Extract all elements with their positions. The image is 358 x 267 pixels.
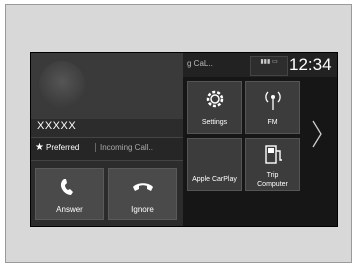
- figure-frame: XXXXX ★ Preferred Incoming Call.. Answer…: [5, 4, 352, 263]
- radio-icon: [265, 91, 281, 110]
- incoming-call-panel: XXXXX ★ Preferred Incoming Call.. Answer…: [31, 53, 183, 226]
- star-icon: ★: [35, 142, 44, 153]
- caller-name: XXXXX: [37, 120, 77, 132]
- signal-battery-icon: ▮▮▮ ▭: [250, 56, 288, 76]
- tile-apple-carplay[interactable]: Apple CarPlay: [187, 138, 242, 191]
- answer-label: Answer: [56, 205, 83, 214]
- call-status: Incoming Call..: [95, 143, 153, 152]
- phone-hangup-icon: [133, 183, 153, 191]
- chevron-right-icon[interactable]: [310, 119, 324, 149]
- gear-icon: [206, 90, 224, 108]
- caller-info-row: ★ Preferred Incoming Call..: [31, 137, 183, 161]
- preferred-label: Preferred: [46, 143, 80, 152]
- tile-label: Settings: [201, 119, 228, 126]
- phone-answer-icon: [60, 179, 73, 195]
- avatar: [39, 61, 85, 107]
- tile-settings[interactable]: Settings: [187, 81, 242, 134]
- caller-photo-area: [31, 53, 183, 119]
- home-screen-panel: g CaL.. ▮▮▮ ▭ 12:34 Settings FM Apple Ca…: [183, 53, 337, 226]
- tile-fm[interactable]: FM: [245, 81, 300, 134]
- ignore-label: Ignore: [131, 205, 154, 214]
- tile-label: FM: [267, 119, 278, 126]
- clock: 12:34: [289, 55, 332, 74]
- ignore-button[interactable]: Ignore: [108, 168, 177, 220]
- fuel-icon: [265, 145, 282, 164]
- infotainment-screen: XXXXX ★ Preferred Incoming Call.. Answer…: [30, 52, 338, 227]
- status-header: g CaL.. ▮▮▮ ▭ 12:34: [183, 53, 337, 77]
- tile-label: Apple CarPlay: [192, 176, 237, 183]
- tile-trip-computer[interactable]: Trip Computer: [245, 138, 300, 191]
- answer-button[interactable]: Answer: [35, 168, 104, 220]
- header-call-text: g CaL..: [187, 59, 213, 68]
- tile-label: Trip Computer: [257, 172, 288, 188]
